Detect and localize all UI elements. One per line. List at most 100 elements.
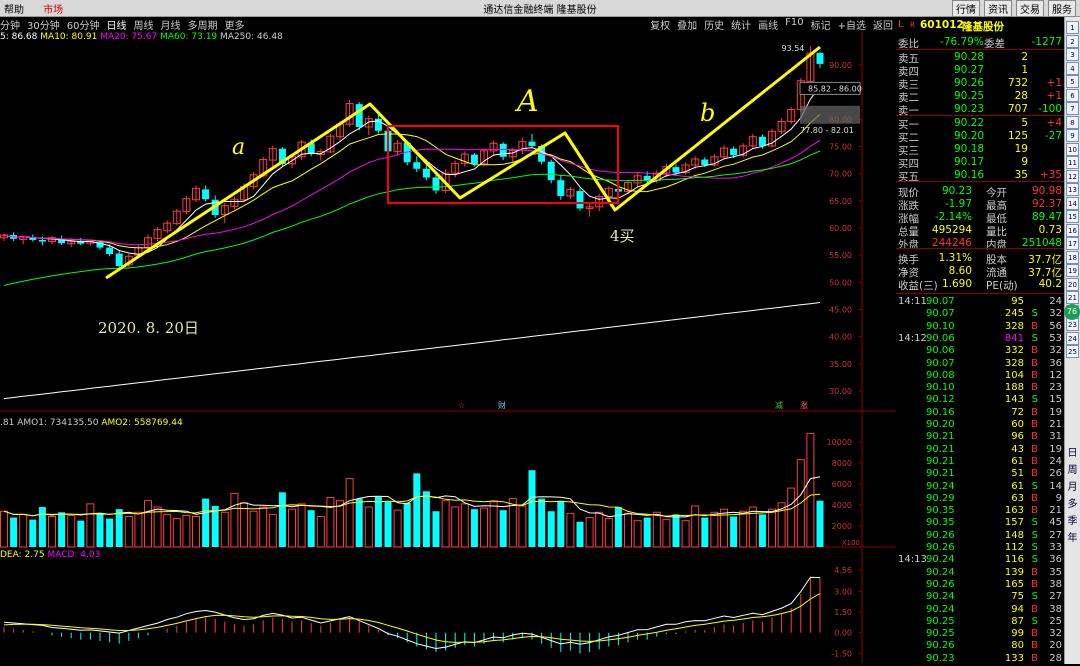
tick-row: 14:13 90.24 116 S 36 [896,554,1064,567]
period-30min[interactable]: 30分钟 [27,17,60,32]
tick-count: 21 [1049,419,1062,430]
sidebar-tool-icon[interactable]: 21 [1066,291,1079,304]
ask-volume: 1 [1021,64,1028,76]
sidebar-tool-icon[interactable]: 20 [1066,277,1079,291]
sidebar-tool-icon[interactable]: 9 [1066,129,1079,142]
bid-price: 90.20 [954,130,985,142]
sidebar-tool-icon[interactable]: 12 [1066,169,1079,183]
btn-trade[interactable]: 交易 [1016,0,1044,17]
sidebar-tool-icon[interactable]: 8 [1066,115,1079,129]
tool-stats[interactable]: 统计 [731,17,751,32]
macd-axis-label: 1.50 [834,608,852,617]
sidebar-tool-icon[interactable]: 4 [1066,61,1079,75]
tick-side: B [1031,406,1038,418]
volume-legend-prefix: .81 [0,418,15,428]
period-multi[interactable]: 多周期 [187,17,217,32]
tick-row: 90.25 87 S 25 [896,616,1064,629]
sidebar-tool-icon[interactable]: 2 [1066,34,1079,48]
sidebar-tool-icon[interactable]: 5 [1066,75,1079,88]
sidebar-tool-icon[interactable]: 25 [1066,345,1079,358]
ask-volume: 2 [1021,51,1028,63]
volume-bar [259,506,268,548]
tick-volume: 104 [1004,369,1024,381]
sidebar-period-label[interactable]: 月 [1066,481,1079,494]
sidebar-tool-icon[interactable]: 7 [1066,102,1079,115]
dea-line [3,593,821,643]
bid-row: 买一 90.22 5 +4 [896,117,1064,131]
volume-bar [614,507,622,547]
btn-quotes[interactable]: 行情 [952,0,980,17]
volume-bar [374,496,382,547]
tick-side: B [1031,357,1038,369]
tool-f10[interactable]: F10 [785,17,803,32]
ma20-line [3,139,821,246]
sidebar-tool-icon[interactable]: 1 [1066,21,1079,34]
volume-bar [758,514,766,547]
tool-add-watch[interactable]: +自选 [838,17,866,32]
sidebar-badge[interactable]: 76 [1064,304,1080,320]
candle-body [38,239,46,242]
sidebar-tool-icon[interactable]: 24 [1066,331,1079,345]
candle-body [576,191,584,209]
tool-back[interactable]: 返回 [873,17,893,32]
period-1min[interactable]: 分钟 [0,17,20,32]
tool-history[interactable]: 历史 [704,17,724,32]
sidebar-tool-icon[interactable]: 11 [1066,156,1079,169]
stat-value-2: 92.37 [1031,198,1062,210]
tick-count: 36 [1049,554,1062,566]
kline-chart[interactable]: 90.0085.0080.0075.0070.0065.0060.0055.00… [0,31,895,663]
menu-market[interactable]: 市场 [43,5,63,16]
volume-bar [681,520,690,548]
candle-body [730,148,738,156]
tick-side: B [1031,345,1038,357]
period-60min[interactable]: 60分钟 [67,17,100,32]
period-monthly[interactable]: 月线 [160,17,180,32]
btn-service[interactable]: 服务 [1048,0,1076,17]
sidebar-period-label[interactable]: 日 [1066,447,1079,460]
sidebar-tool-icon[interactable]: 3 [1066,48,1079,61]
sidebar-period-label[interactable]: 多 [1066,498,1079,511]
volume-bar [240,502,248,548]
sidebar-tool-icon[interactable]: 6 [1066,88,1079,102]
volume-bar [38,507,46,547]
period-weekly[interactable]: 周线 [133,17,153,32]
menu-help[interactable]: 帮助 [4,5,24,16]
volume-bar [0,510,8,548]
tick-price: 90.07 [926,308,955,320]
sidebar-tool-icon[interactable]: 15 [1066,210,1079,223]
candle-body [470,154,478,164]
sidebar-tool-icon[interactable]: 14 [1066,196,1079,210]
volume-bar [19,513,28,548]
btn-news[interactable]: 资讯 [984,0,1012,17]
sidebar-tool-icon[interactable]: 19 [1066,264,1079,277]
volume-bar [633,520,642,548]
sidebar-period-label[interactable]: 年 [1066,532,1079,545]
tick-row: 90.26 112 S 33 [896,542,1064,555]
sidebar-tool-icon[interactable]: 17 [1066,237,1079,250]
sidebar-tool-icon[interactable]: 18 [1066,250,1079,264]
stat-row: 现价 90.23 今开 90.98 [896,185,1064,199]
label-buy-4: 4买 [610,227,635,245]
period-daily[interactable]: 日线 [106,17,126,32]
tick-side: S [1031,308,1038,320]
tool-restore[interactable]: 复权 [650,17,670,32]
tick-price: 90.25 [926,615,955,627]
sidebar-tool-icon[interactable]: 13 [1066,183,1079,196]
tool-mark[interactable]: 标记 [811,17,831,32]
sidebar-period-label[interactable]: 季 [1066,515,1079,528]
sidebar-tool-icon[interactable]: 10 [1066,142,1079,156]
event-marker-reduce: 减 [775,400,783,410]
tick-side: B [1031,382,1038,394]
sidebar-tool-icon[interactable]: 16 [1066,223,1079,237]
volume-bar [460,503,469,548]
tool-draw[interactable]: 画线 [758,17,778,32]
tick-count: 12 [1049,369,1062,381]
tool-overlay[interactable]: 叠加 [677,17,697,32]
period-more[interactable]: 更多 [224,17,244,32]
price-axis-label: 70.00 [829,170,852,179]
volume-bar [326,497,335,548]
tick-row: 90.26 165 B 38 [896,579,1064,592]
event-marker-finance: 财 [498,400,506,410]
sidebar-period-label[interactable]: 周 [1066,464,1079,477]
bid-change: +4 [1046,117,1062,129]
